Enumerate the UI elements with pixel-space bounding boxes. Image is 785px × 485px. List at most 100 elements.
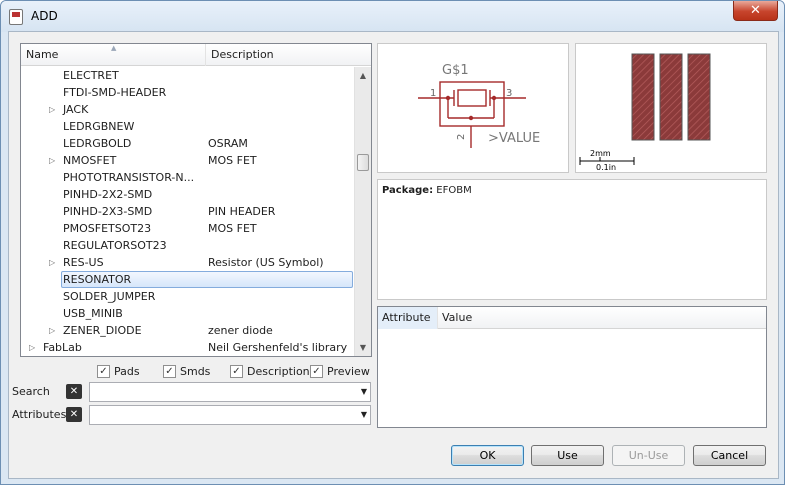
tree-row[interactable]: USB_MINIB bbox=[21, 305, 354, 322]
tree-row[interactable]: PMOSFETSOT23 MOS FET bbox=[21, 220, 354, 237]
column-description-label: Description bbox=[211, 48, 274, 61]
tree-row[interactable]: PINHD-2X2-SMD bbox=[21, 186, 354, 203]
tree-row-name: RESONATOR bbox=[63, 273, 132, 286]
tree-row-name: PHOTOTRANSISTOR-N... bbox=[63, 171, 195, 184]
sort-ascending-icon: ▲ bbox=[111, 44, 117, 52]
column-header-name[interactable]: ▲ Name bbox=[21, 44, 206, 66]
column-header-description[interactable]: Description bbox=[206, 44, 356, 66]
scale-in-label: 0.1in bbox=[596, 163, 616, 172]
attributes-label: Attributes bbox=[12, 408, 67, 421]
tree-row-name: PINHD-2X2-SMD bbox=[63, 188, 153, 201]
symbol-value-label: >VALUE bbox=[488, 131, 540, 146]
package-footprint-svg: 2mm 0.1in bbox=[579, 53, 711, 172]
expand-arrow-icon[interactable]: ▷ bbox=[49, 254, 55, 271]
tree-row[interactable]: ▷ FabLab Neil Gershenfeld's library bbox=[21, 339, 354, 356]
dialog-client-area: ▲ Name Description ELECTRET FTDI-SMD-HEAD… bbox=[8, 31, 779, 479]
tree-row-name: SOLDER_JUMPER bbox=[63, 290, 156, 303]
vertical-scrollbar[interactable]: ▲ ▼ bbox=[354, 67, 371, 356]
tree-row[interactable]: ▷ ZENER_DIODE zener diode bbox=[21, 322, 354, 339]
clear-search-icon[interactable]: ✕ bbox=[66, 384, 82, 399]
tree-row[interactable]: FTDI-SMD-HEADER bbox=[21, 84, 354, 101]
tree-row[interactable]: ▷ RES-US Resistor (US Symbol) bbox=[21, 254, 354, 271]
tree-row-name: FTDI-SMD-HEADER bbox=[63, 86, 167, 99]
expand-arrow-icon[interactable]: ▷ bbox=[49, 101, 55, 118]
tree-row-name: REGULATORSOT23 bbox=[63, 239, 167, 252]
tree-row-description: Neil Gershenfeld's library bbox=[208, 341, 348, 354]
symbol-crystal bbox=[457, 89, 487, 107]
expand-arrow-icon[interactable]: ▷ bbox=[49, 152, 55, 169]
clear-attributes-icon[interactable]: ✕ bbox=[66, 407, 82, 422]
tree-row[interactable]: REGULATORSOT23 bbox=[21, 237, 354, 254]
tree-row[interactable]: LEDRGBNEW bbox=[21, 118, 354, 135]
tree-row[interactable]: ▷ NMOSFET MOS FET bbox=[21, 152, 354, 169]
column-header-attribute[interactable]: Attribute bbox=[378, 307, 438, 329]
smds-label: Smds bbox=[180, 365, 211, 378]
tree-rows: ELECTRET FTDI-SMD-HEADER ▷ JACK LEDRGBNEW LED… bbox=[21, 67, 354, 356]
ok-button[interactable]: OK bbox=[451, 445, 524, 466]
attributes-row: Attributes ✕ ▼ bbox=[9, 405, 374, 425]
tree-row-description: OSRAM bbox=[208, 137, 248, 150]
expand-arrow-icon[interactable]: ▷ bbox=[29, 339, 35, 356]
tree-row-name: NMOSFET bbox=[63, 154, 117, 167]
use-button[interactable]: Use bbox=[531, 445, 604, 466]
column-header-value[interactable]: Value bbox=[438, 307, 638, 329]
pad-2 bbox=[659, 53, 683, 141]
symbol-preview: G$1 1 3 2 >VALUE bbox=[377, 43, 569, 173]
filter-checkboxes: ✓ Pads ✓ Smds ✓ Description ✓ Preview bbox=[9, 363, 374, 381]
preview-label: Preview bbox=[327, 365, 370, 378]
symbol-junction-bottom bbox=[468, 115, 474, 121]
tree-row[interactable]: ELECTRET bbox=[21, 67, 354, 84]
scroll-up-icon[interactable]: ▲ bbox=[355, 67, 371, 84]
scrollbar-thumb[interactable] bbox=[357, 154, 369, 171]
search-dropdown-arrow-icon[interactable]: ▼ bbox=[361, 387, 367, 396]
close-button[interactable]: ✕ bbox=[733, 1, 778, 21]
search-combobox[interactable]: ▼ bbox=[89, 382, 371, 402]
tree-row[interactable]: RESONATOR bbox=[21, 271, 354, 288]
tree-row[interactable]: PINHD-2X3-SMD PIN HEADER bbox=[21, 203, 354, 220]
tree-row-name: JACK bbox=[63, 103, 89, 116]
tree-row[interactable]: ▷ JACK bbox=[21, 101, 354, 118]
smds-check-icon[interactable]: ✓ bbox=[163, 365, 176, 378]
value-column-label: Value bbox=[442, 311, 473, 324]
pads-label: Pads bbox=[114, 365, 140, 378]
scale-mm-label: 2mm bbox=[590, 149, 611, 158]
title-bar[interactable]: ADD ✕ bbox=[1, 1, 784, 32]
cancel-button[interactable]: Cancel bbox=[693, 445, 766, 466]
tree-row-name: ELECTRET bbox=[63, 69, 119, 82]
tree-row-name: LEDRGBOLD bbox=[63, 137, 132, 150]
unuse-button[interactable]: Un-Use bbox=[612, 445, 685, 466]
tree-row-name: FabLab bbox=[43, 341, 82, 354]
scroll-down-icon[interactable]: ▼ bbox=[355, 339, 371, 356]
tree-row[interactable]: PHOTOTRANSISTOR-N... bbox=[21, 169, 354, 186]
resonator-symbol-svg: G$1 1 3 2 >VALUE bbox=[418, 63, 540, 148]
pad-3 bbox=[687, 53, 711, 141]
preview-check-icon[interactable]: ✓ bbox=[310, 365, 323, 378]
tree-row-description: PIN HEADER bbox=[208, 205, 276, 218]
tree-row[interactable]: LEDRGBOLD OSRAM bbox=[21, 135, 354, 152]
symbol-pin3-label: 3 bbox=[506, 88, 512, 99]
package-preview: 2mm 0.1in bbox=[575, 43, 767, 173]
description-check-icon[interactable]: ✓ bbox=[230, 365, 243, 378]
description-label: Description bbox=[247, 365, 310, 378]
package-info: Package: EFOBM bbox=[382, 185, 472, 196]
tree-row[interactable]: SOLDER_JUMPER bbox=[21, 288, 354, 305]
pads-check-icon[interactable]: ✓ bbox=[97, 365, 110, 378]
window-title: ADD bbox=[31, 9, 58, 23]
eagle-app-icon bbox=[9, 9, 23, 25]
attribute-column-label: Attribute bbox=[382, 311, 431, 324]
tree-row-name: RES-US bbox=[63, 256, 104, 269]
attributes-table-header: Attribute Value bbox=[378, 307, 766, 329]
package-value: EFOBM bbox=[436, 185, 472, 196]
tree-row-name: PINHD-2X3-SMD bbox=[63, 205, 153, 218]
tree-row-description: MOS FET bbox=[208, 222, 257, 235]
tree-row-name: LEDRGBNEW bbox=[63, 120, 135, 133]
add-dialog-window: ADD ✕ ▲ Name Description ELECTRET FTDI-SM… bbox=[0, 0, 785, 485]
tree-row-name: ZENER_DIODE bbox=[63, 324, 142, 337]
attributes-combobox[interactable]: ▼ bbox=[89, 405, 371, 425]
attributes-table[interactable]: Attribute Value bbox=[377, 306, 767, 428]
symbol-junction-right bbox=[491, 95, 497, 101]
library-tree[interactable]: ▲ Name Description ELECTRET FTDI-SMD-HEAD… bbox=[20, 43, 372, 357]
search-row: Search ✕ ▼ bbox=[9, 382, 374, 402]
attributes-dropdown-arrow-icon[interactable]: ▼ bbox=[361, 410, 367, 419]
expand-arrow-icon[interactable]: ▷ bbox=[49, 322, 55, 339]
